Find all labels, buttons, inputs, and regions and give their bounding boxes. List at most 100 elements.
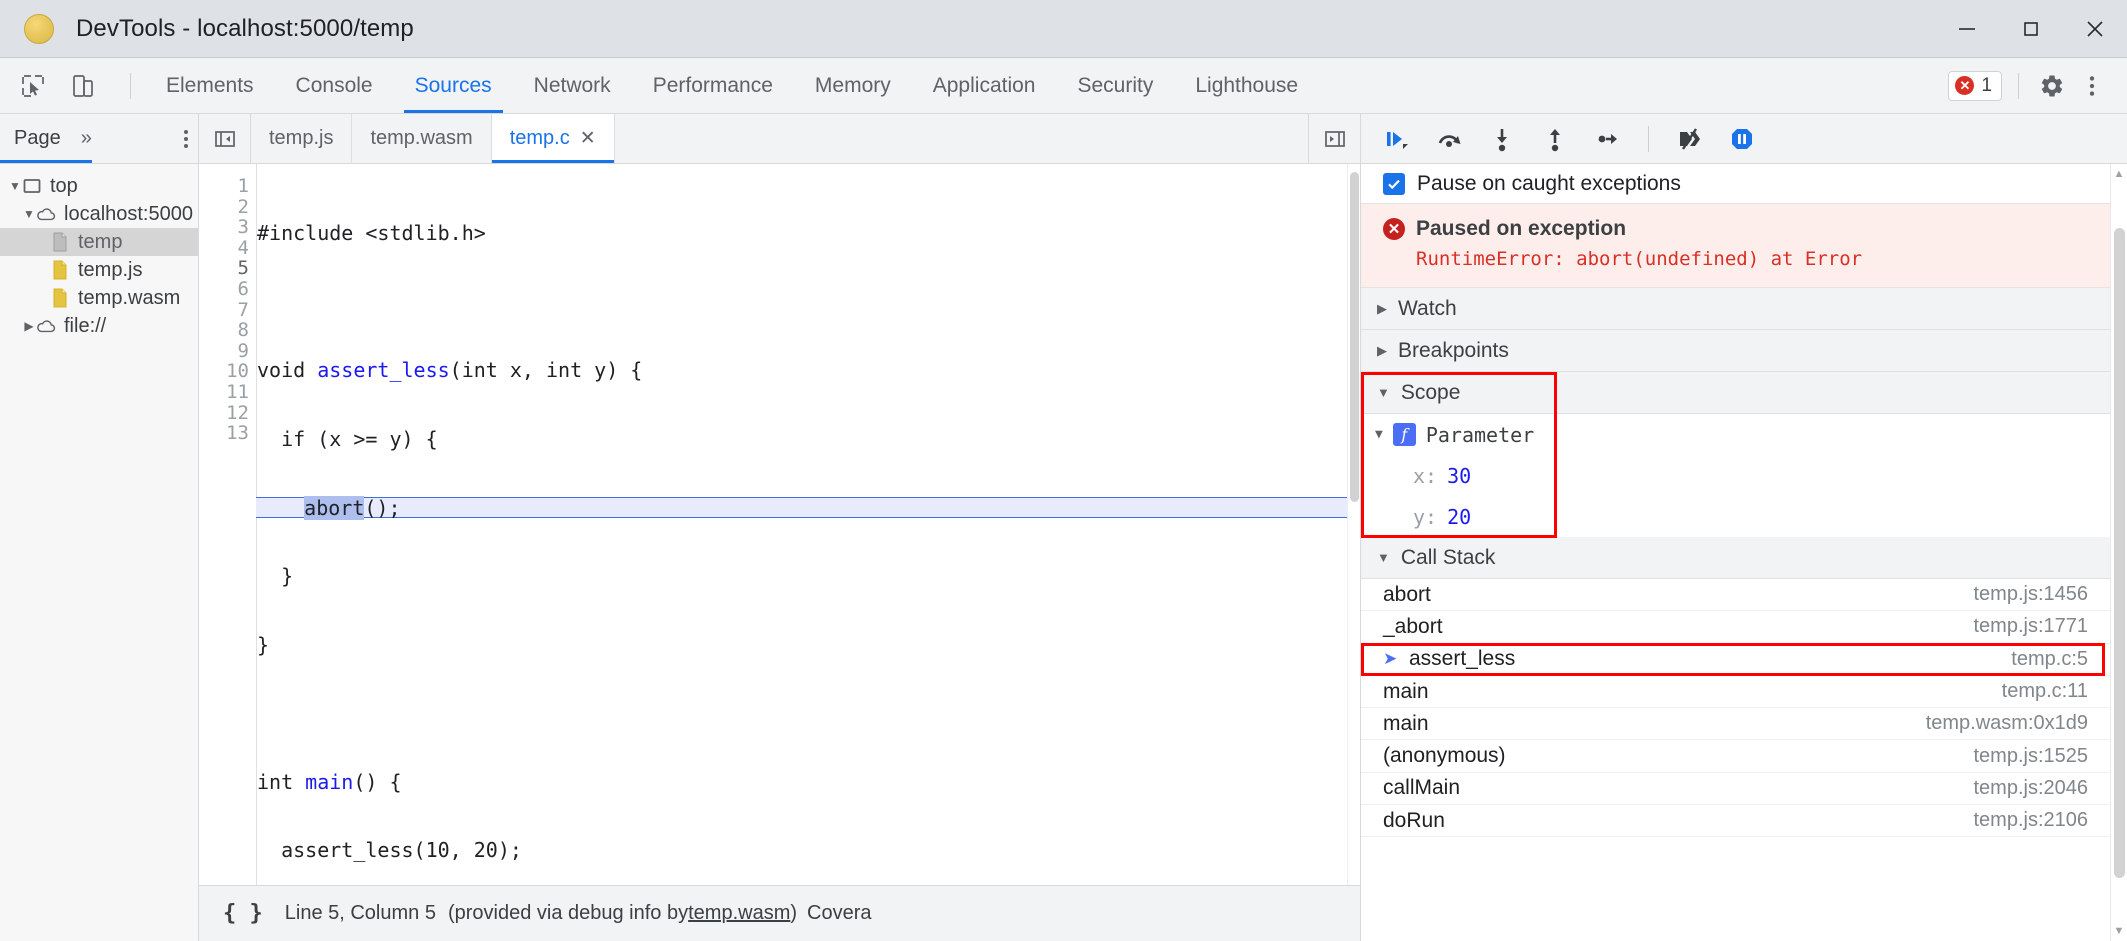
editor-tab-temp-wasm[interactable]: temp.wasm: [352, 114, 491, 163]
section-label: Breakpoints: [1398, 339, 1509, 363]
call-stack-location: temp.js:1525: [1973, 745, 2110, 768]
pause-on-exceptions-icon[interactable]: [1725, 122, 1759, 156]
script-icon: [50, 260, 70, 280]
section-watch[interactable]: ▶ Watch: [1361, 288, 2110, 330]
twisty-icon[interactable]: ▼: [8, 179, 22, 193]
code-line-executing: abort();: [256, 497, 1347, 518]
tab-security[interactable]: Security: [1056, 58, 1174, 113]
kebab-menu-icon[interactable]: [2075, 69, 2109, 103]
call-stack-location: temp.wasm:0x1d9: [1926, 712, 2110, 735]
device-toolbar-icon[interactable]: [66, 69, 100, 103]
error-circle-icon: ✕: [1383, 218, 1405, 240]
editor-tab-label: temp.js: [269, 127, 333, 150]
tab-application[interactable]: Application: [912, 58, 1057, 113]
twisty-icon[interactable]: ▶: [1377, 301, 1387, 317]
scroll-down-arrow-icon[interactable]: ▼: [2114, 925, 2125, 937]
pretty-print-braces-icon[interactable]: { }: [199, 901, 285, 926]
call-stack-list: abort temp.js:1456 _abort temp.js:1771 ➤…: [1361, 579, 2110, 837]
tab-memory[interactable]: Memory: [794, 58, 912, 113]
editor-scrollbar[interactable]: [1347, 164, 1360, 885]
tree-item-file-protocol[interactable]: ▶ file://: [0, 312, 198, 340]
resume-script-icon[interactable]: [1379, 122, 1413, 156]
tree-item-temp[interactable]: temp: [0, 228, 198, 256]
twisty-icon[interactable]: ▶: [1377, 343, 1387, 359]
scope-variable-x[interactable]: x: 30: [1361, 455, 2110, 496]
step-icon[interactable]: [1591, 122, 1625, 156]
debugger-body: Pause on caught exceptions ✕ Paused on e…: [1361, 164, 2127, 941]
call-stack-row[interactable]: _abort temp.js:1771: [1361, 611, 2110, 643]
gear-icon[interactable]: [2035, 69, 2069, 103]
step-out-icon[interactable]: [1538, 122, 1572, 156]
step-over-icon[interactable]: [1432, 122, 1466, 156]
tab-console[interactable]: Console: [275, 58, 394, 113]
twisty-icon[interactable]: ▶: [22, 319, 36, 333]
editor-tab-temp-js[interactable]: temp.js: [251, 114, 352, 163]
twisty-icon[interactable]: ▼: [1377, 385, 1390, 400]
section-scope[interactable]: ▼ Scope: [1361, 372, 2110, 414]
navigator-header: Page »: [0, 114, 198, 164]
call-stack-row[interactable]: (anonymous) temp.js:1525: [1361, 740, 2110, 772]
call-stack-row[interactable]: main temp.wasm:0x1d9: [1361, 708, 2110, 740]
code-line: }: [257, 566, 1347, 587]
tab-network[interactable]: Network: [513, 58, 632, 113]
coverage-label: Covera: [797, 902, 871, 925]
close-icon[interactable]: ✕: [580, 127, 596, 150]
call-stack-row[interactable]: abort temp.js:1456: [1361, 579, 2110, 611]
tab-performance[interactable]: Performance: [632, 58, 794, 113]
tree-item-top[interactable]: ▼ top: [0, 172, 198, 200]
call-stack-function: _abort: [1383, 615, 1443, 639]
twisty-icon[interactable]: ▼: [22, 207, 36, 221]
tree-item-localhost[interactable]: ▼ localhost:5000: [0, 200, 198, 228]
debugger-scrollbar-thumb[interactable]: [2114, 228, 2125, 878]
debugger-toolbar: [1361, 114, 2127, 164]
tree-item-temp-js[interactable]: temp.js: [0, 256, 198, 284]
twisty-icon[interactable]: ▼: [1377, 550, 1390, 565]
minimize-button[interactable]: [1935, 0, 1999, 58]
code-content[interactable]: #include <stdlib.h> void assert_less(int…: [257, 164, 1347, 885]
tab-elements[interactable]: Elements: [145, 58, 275, 113]
line-number: 6: [199, 278, 256, 299]
tab-lighthouse[interactable]: Lighthouse: [1174, 58, 1319, 113]
section-breakpoints[interactable]: ▶ Breakpoints: [1361, 330, 2110, 372]
editor-tab-temp-c[interactable]: temp.c ✕: [492, 114, 615, 163]
debug-info-link[interactable]: temp.wasm: [688, 902, 790, 925]
code-text: }: [257, 633, 269, 657]
tab-sources[interactable]: Sources: [394, 58, 513, 113]
debugger-scrollbar[interactable]: ▲ ▼: [2110, 164, 2127, 941]
variable-value: 30: [1447, 464, 1471, 488]
maximize-button[interactable]: [1999, 0, 2063, 58]
call-stack-function: abort: [1383, 583, 1431, 607]
tree-item-label: temp.js: [78, 259, 142, 282]
tree-item-temp-wasm[interactable]: temp.wasm: [0, 284, 198, 312]
call-stack-location: temp.js:2106: [1973, 809, 2110, 832]
call-stack-row[interactable]: main temp.c:11: [1361, 676, 2110, 708]
call-stack-row[interactable]: doRun temp.js:2106: [1361, 805, 2110, 837]
error-count-badge[interactable]: ✕ 1: [1948, 71, 2002, 101]
scope-variable-y[interactable]: y: 20: [1361, 496, 2110, 537]
double-chevron-icon[interactable]: »: [61, 127, 92, 150]
editor-scrollbar-thumb[interactable]: [1350, 172, 1359, 502]
close-button[interactable]: [2063, 0, 2127, 58]
deactivate-breakpoints-icon[interactable]: [1672, 122, 1706, 156]
pause-on-caught-exceptions-checkbox[interactable]: [1383, 173, 1405, 195]
section-call-stack[interactable]: ▼ Call Stack: [1361, 537, 2110, 579]
code-editor[interactable]: 1 2 3 4 5 6 7 8 9 10 11 12 13 #include <…: [199, 164, 1360, 885]
navigator-kebab-menu-icon[interactable]: [184, 130, 188, 148]
tab-bar-right: ✕ 1: [1948, 58, 2127, 113]
collapse-sidebar-icon[interactable]: [199, 114, 251, 163]
code-line: void assert_less(int x, int y) {: [257, 360, 1347, 381]
twisty-icon[interactable]: ▼: [1375, 427, 1383, 442]
scroll-up-arrow-icon[interactable]: ▲: [2114, 168, 2125, 180]
call-stack-row-current[interactable]: ➤ assert_less temp.c:5: [1361, 644, 2110, 676]
scope-group-label: Parameter: [1426, 423, 1534, 447]
scope-group-parameter[interactable]: ▼ f Parameter: [1361, 414, 2110, 455]
call-stack-row[interactable]: callMain temp.js:2046: [1361, 773, 2110, 805]
code-text: #include <stdlib.h>: [257, 221, 486, 245]
inspect-cursor-icon[interactable]: [16, 69, 50, 103]
frame-icon: [22, 176, 42, 196]
pause-on-caught-exceptions-row[interactable]: Pause on caught exceptions: [1361, 164, 2110, 204]
call-stack-function: doRun: [1383, 809, 1445, 833]
navigator-tab-page[interactable]: Page: [0, 127, 61, 150]
step-into-icon[interactable]: [1485, 122, 1519, 156]
expand-panel-icon[interactable]: [1308, 114, 1360, 163]
